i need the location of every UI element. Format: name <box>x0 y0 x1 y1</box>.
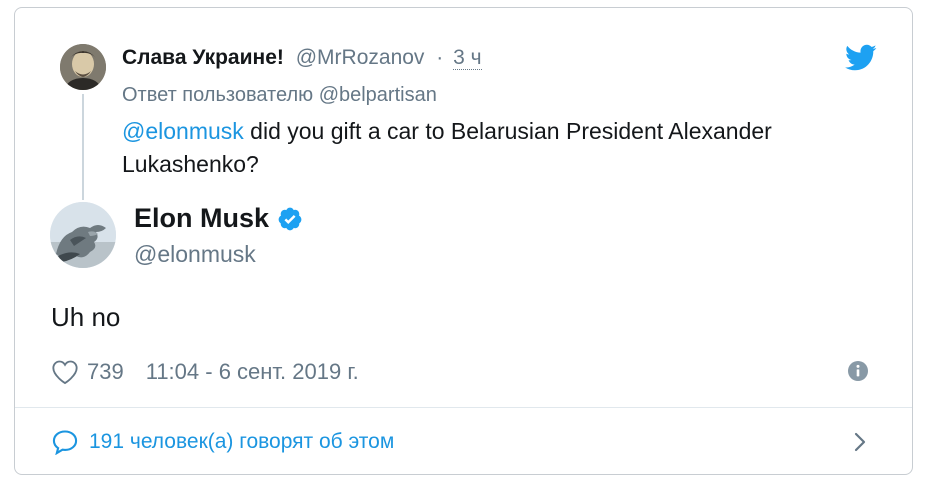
parent-timestamp[interactable]: 3 ч <box>453 46 482 70</box>
reply-to-handle[interactable]: @belpartisan <box>319 84 437 106</box>
info-icon[interactable] <box>848 361 868 381</box>
parent-avatar[interactable] <box>60 44 106 90</box>
tweet-meta-row: 739 11:04 - 6 сент. 2019 г. <box>51 357 359 387</box>
heart-icon[interactable] <box>51 359 79 385</box>
reply-context: Ответ пользователю @belpartisan <box>122 84 437 107</box>
main-display-name[interactable]: Elon Musk <box>134 203 269 234</box>
conversation-link[interactable]: 191 человек(а) говорят об этом <box>51 427 394 457</box>
tweet-timestamp[interactable]: 11:04 - 6 сент. 2019 г. <box>146 359 359 385</box>
mention-link[interactable]: @elonmusk <box>122 118 244 144</box>
separator-dot: · <box>436 46 444 69</box>
comment-icon <box>52 430 78 455</box>
chevron-right-icon[interactable] <box>852 430 868 454</box>
main-tweet-text: Uh no <box>51 302 121 332</box>
like-count[interactable]: 739 <box>87 359 124 385</box>
parent-header: Слава Украине! @MrRozanov · 3 ч <box>122 46 482 70</box>
reply-prefix: Ответ пользователю <box>122 84 314 106</box>
twitter-bird-icon[interactable] <box>845 44 877 72</box>
divider <box>15 407 912 408</box>
verified-badge-icon <box>278 207 302 230</box>
parent-display-name[interactable]: Слава Украине! <box>122 46 284 69</box>
main-handle[interactable]: @elonmusk <box>134 241 256 268</box>
parent-tweet-text: @elonmusk did you gift a car to Belarusi… <box>122 115 862 181</box>
main-display-name-row: Elon Musk <box>134 203 303 234</box>
thread-connector-line <box>82 94 84 200</box>
conversation-count-text: 191 человек(а) говорят об этом <box>89 430 395 453</box>
parent-handle[interactable]: @MrRozanov <box>296 46 425 69</box>
main-avatar[interactable] <box>50 202 116 268</box>
